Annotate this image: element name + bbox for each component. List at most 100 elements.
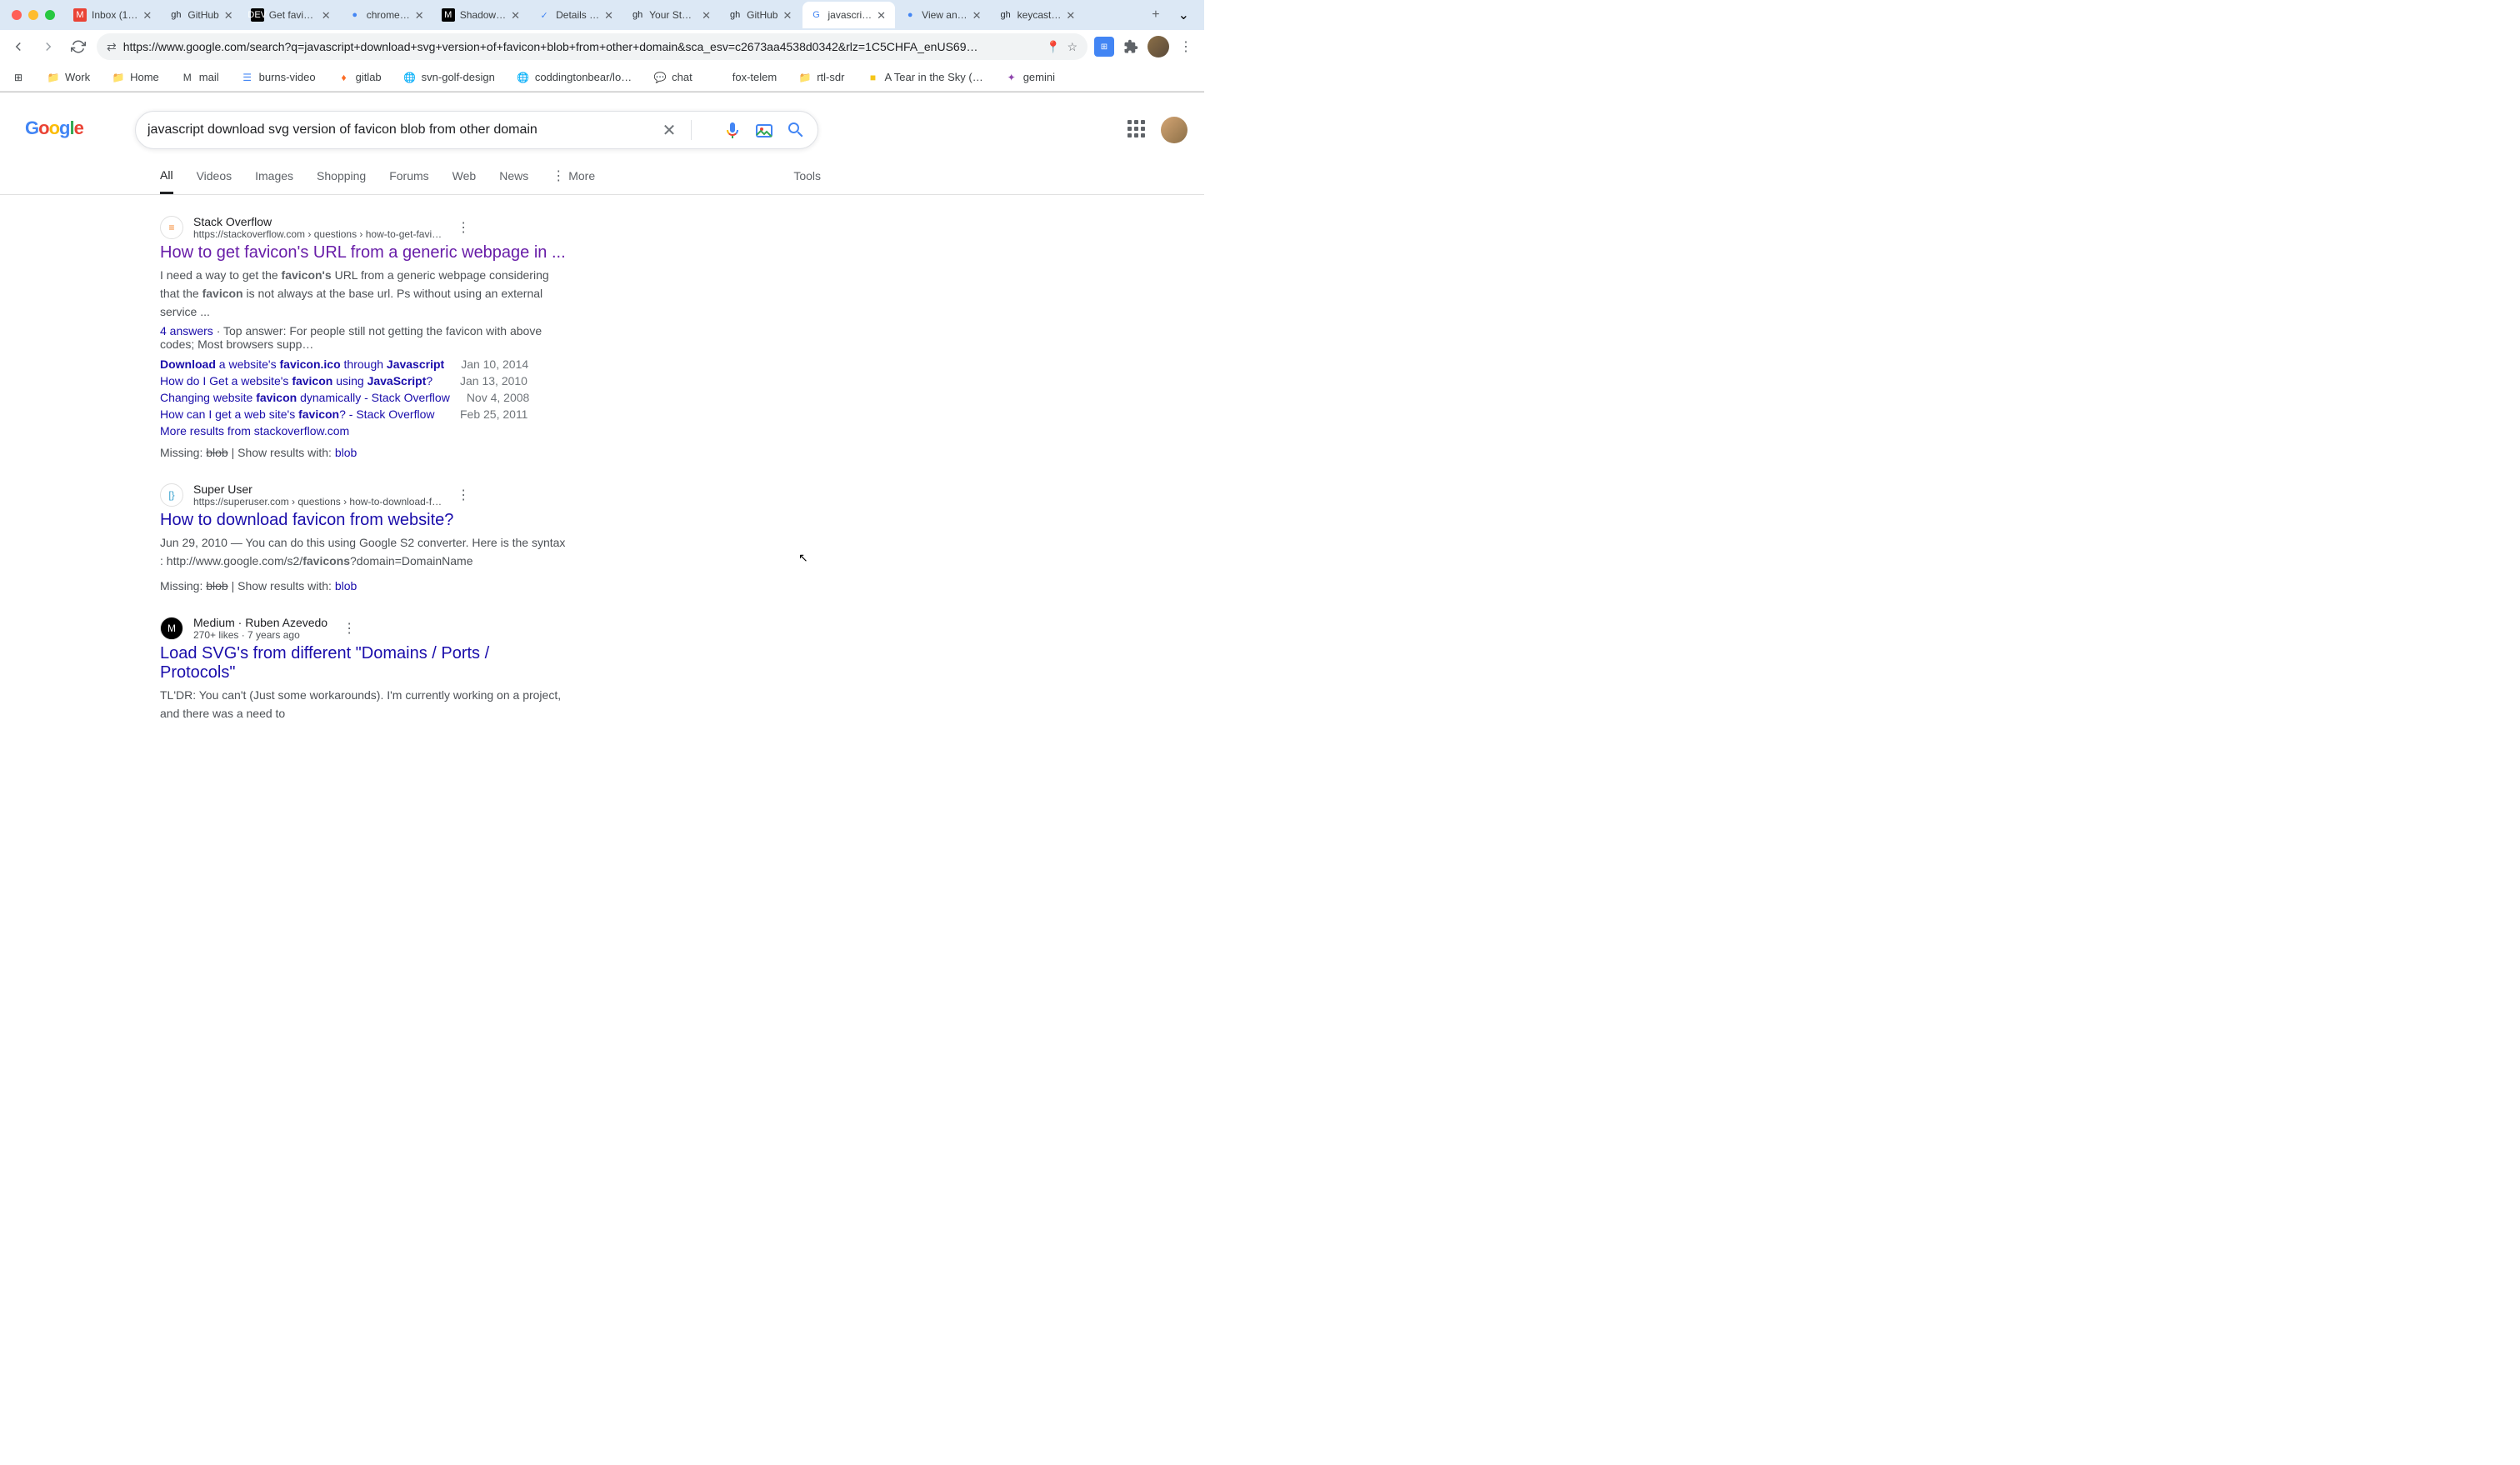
result-title[interactable]: Load SVG's from different "Domains / Por…	[160, 644, 567, 682]
minimize-window[interactable]	[28, 10, 38, 20]
bookmark-item[interactable]: 🌐coddingtonbear/lo…	[512, 68, 637, 88]
browser-tab[interactable]: ●View an…✕	[897, 2, 990, 28]
extension-icon-1[interactable]: ⊞	[1094, 37, 1114, 57]
browser-tab[interactable]: MShadow…✕	[435, 2, 529, 28]
maximize-window[interactable]	[45, 10, 55, 20]
answers-link[interactable]: 4 answers	[160, 324, 213, 338]
tab-title: Inbox (1…	[92, 9, 138, 21]
tab-close-icon[interactable]: ✕	[224, 9, 236, 21]
bookmark-item[interactable]: ✦gemini	[1000, 68, 1060, 88]
result-header: [}Super Userhttps://superuser.com › ques…	[160, 482, 567, 508]
result-menu-icon[interactable]: ⋮	[452, 487, 475, 503]
bookmark-label: coddingtonbear/lo…	[535, 71, 632, 83]
sub-result-date: Jan 13, 2010	[460, 374, 528, 388]
browser-tab[interactable]: ●chrome…✕	[342, 2, 433, 28]
bookmark-item[interactable]: ☰burns-video	[236, 68, 321, 88]
bookmark-star-icon[interactable]: ☆	[1067, 40, 1078, 54]
bookmark-item[interactable]: 📁Home	[107, 68, 164, 88]
tab-favicon: ●	[903, 8, 917, 22]
bookmark-icon: 📁	[112, 71, 125, 84]
browser-tab[interactable]: ghkeycast…✕	[992, 2, 1085, 28]
result-title[interactable]: How to download favicon from website?	[160, 511, 567, 530]
url-bar[interactable]: ⇄ https://www.google.com/search?q=javasc…	[97, 33, 1088, 60]
forward-button[interactable]	[37, 35, 60, 58]
site-info-icon[interactable]: ⇄	[107, 40, 117, 54]
bookmark-item[interactable]: ♦gitlab	[332, 68, 387, 88]
tab-close-icon[interactable]: ✕	[322, 9, 333, 21]
bookmark-item[interactable]: 💬chat	[648, 68, 698, 88]
back-button[interactable]	[7, 35, 30, 58]
browser-tab[interactable]: ghGitHub✕	[722, 2, 801, 28]
image-search-icon[interactable]	[754, 120, 774, 140]
bookmark-icon: ☰	[241, 71, 254, 84]
tab-close-icon[interactable]: ✕	[604, 9, 616, 21]
result-menu-icon[interactable]: ⋮	[452, 219, 475, 236]
tab-overflow-button[interactable]: ⌄	[1170, 7, 1198, 23]
sub-result-date: Feb 25, 2011	[460, 408, 528, 421]
filter-more[interactable]: ⋮ More	[552, 168, 595, 194]
browser-tab[interactable]: ghGitHub✕	[162, 2, 242, 28]
bookmark-label: rtl-sdr	[817, 71, 844, 83]
sub-result-row: How do I Get a website's favicon using J…	[160, 374, 567, 388]
location-icon[interactable]: 📍	[1046, 40, 1060, 54]
extensions-button[interactable]	[1119, 35, 1142, 58]
google-logo[interactable]: Google	[25, 118, 102, 142]
result-site-name: Super User	[193, 482, 442, 496]
account-avatar[interactable]	[1161, 117, 1188, 143]
result-title[interactable]: How to get favicon's URL from a generic …	[160, 243, 567, 262]
sub-result-link[interactable]: Download a website's favicon.ico through…	[160, 358, 444, 371]
bookmark-item[interactable]: 🌐svn-golf-design	[398, 68, 500, 88]
result-header: MMedium · Ruben Azevedo270+ likes · 7 ye…	[160, 616, 567, 641]
profile-avatar[interactable]	[1148, 36, 1169, 58]
filter-tab-shopping[interactable]: Shopping	[317, 169, 366, 192]
browser-tab[interactable]: ✓Details …✕	[531, 2, 622, 28]
tab-close-icon[interactable]: ✕	[142, 9, 154, 21]
tab-close-icon[interactable]: ✕	[415, 9, 427, 21]
tab-close-icon[interactable]: ✕	[782, 9, 794, 21]
bookmark-icon: ⊞	[12, 71, 25, 84]
bookmark-item[interactable]: ⊞	[7, 68, 30, 88]
sub-result-link[interactable]: How can I get a web site's favicon? - St…	[160, 408, 443, 421]
more-results-link[interactable]: More results from stackoverflow.com	[160, 424, 567, 438]
tab-close-icon[interactable]: ✕	[972, 9, 984, 21]
bookmark-item[interactable]: ■A Tear in the Sky (…	[861, 68, 988, 88]
google-apps-icon[interactable]	[1128, 120, 1148, 140]
bookmark-item[interactable]: 📁Work	[42, 68, 95, 88]
result-menu-icon[interactable]: ⋮	[338, 620, 361, 637]
filter-tab-news[interactable]: News	[499, 169, 528, 192]
filter-tab-videos[interactable]: Videos	[197, 169, 232, 192]
tools-button[interactable]: Tools	[793, 169, 821, 192]
show-with-term-link[interactable]: blob	[335, 579, 357, 592]
browser-tab[interactable]: ghYour Sta…✕	[624, 2, 720, 28]
filter-tab-forums[interactable]: Forums	[389, 169, 428, 192]
bookmark-item[interactable]: 📁rtl-sdr	[793, 68, 849, 88]
clear-search-icon[interactable]: ✕	[659, 120, 679, 140]
tab-close-icon[interactable]: ✕	[1066, 9, 1078, 21]
close-window[interactable]	[12, 10, 22, 20]
new-tab-button[interactable]: +	[1143, 8, 1168, 22]
sub-result-link[interactable]: How do I Get a website's favicon using J…	[160, 374, 443, 388]
bookmark-icon	[714, 71, 728, 84]
chrome-menu[interactable]: ⋮	[1174, 35, 1198, 58]
bookmark-item[interactable]: fox-telem	[709, 68, 782, 88]
search-input[interactable]	[148, 122, 659, 138]
tab-close-icon[interactable]: ✕	[702, 9, 713, 21]
filter-tab-all[interactable]: All	[160, 168, 173, 194]
browser-tab[interactable]: Gjavascri…✕	[802, 2, 895, 28]
tab-close-icon[interactable]: ✕	[877, 9, 888, 21]
filter-tab-web[interactable]: Web	[452, 169, 477, 192]
browser-tab[interactable]: MInbox (1…✕	[67, 2, 161, 28]
search-button-icon[interactable]	[786, 120, 806, 140]
tab-close-icon[interactable]: ✕	[511, 9, 522, 21]
result-header: ≡Stack Overflowhttps://stackoverflow.com…	[160, 215, 567, 240]
tab-title: GitHub	[188, 9, 218, 21]
sub-result-link[interactable]: Changing website favicon dynamically - S…	[160, 391, 450, 404]
reload-button[interactable]	[67, 35, 90, 58]
filter-tab-images[interactable]: Images	[255, 169, 293, 192]
bookmark-item[interactable]: Mmail	[176, 68, 224, 88]
tab-bar: MInbox (1…✕ghGitHub✕DEVGet favic…✕●chrom…	[0, 0, 1204, 30]
search-result: MMedium · Ruben Azevedo270+ likes · 7 ye…	[160, 616, 567, 722]
browser-tab[interactable]: DEVGet favic…✕	[244, 2, 340, 28]
voice-search-icon[interactable]	[722, 120, 742, 140]
show-with-term-link[interactable]: blob	[335, 446, 357, 459]
